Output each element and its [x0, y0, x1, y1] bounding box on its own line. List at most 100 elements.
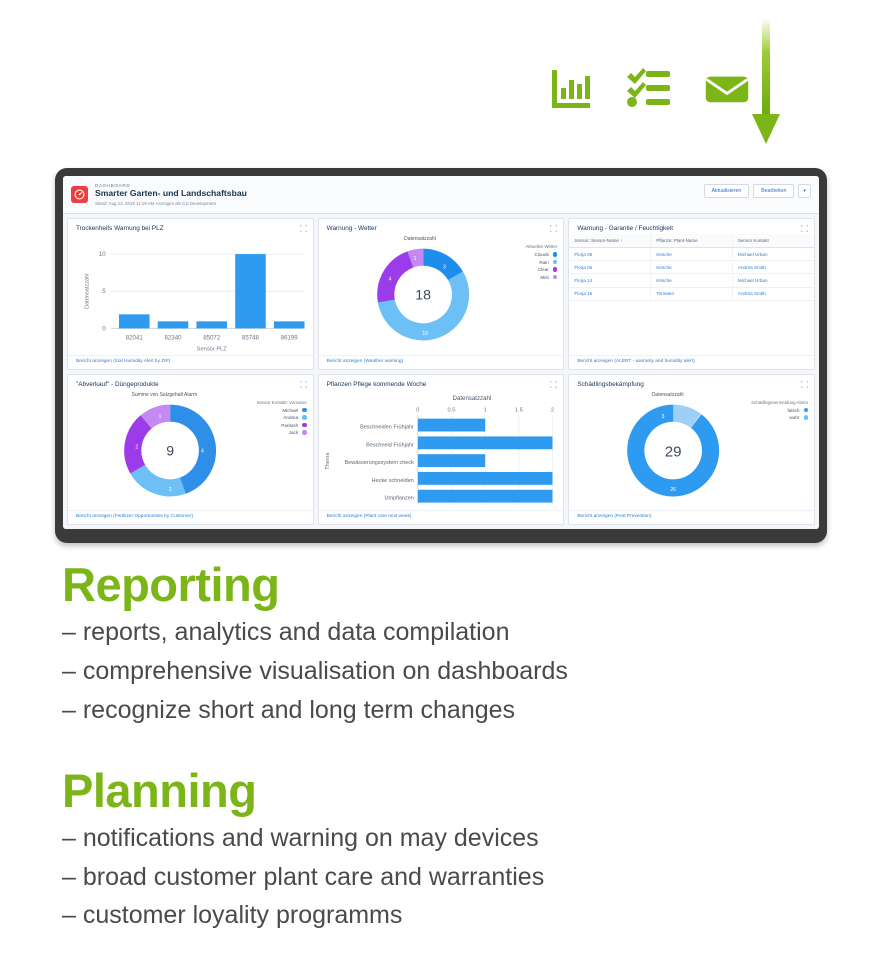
envelope-icon	[704, 66, 750, 112]
dashboard-header: DASHBOARD Smarter Garten- und Landschaft…	[63, 176, 819, 214]
panel-weather-warning[interactable]: Warnung - Wetter Datensatzzahl 18 3 10 4	[317, 218, 565, 370]
panel-report-link[interactable]: Bericht anzeigen (Fertilizer Opportuniti…	[68, 510, 313, 524]
svg-text:Beschneiden Frühjahr: Beschneiden Frühjahr	[360, 424, 414, 430]
panel-title: Pflanzen Pflege kommende Woche	[326, 380, 427, 388]
legend-label: Michael	[282, 407, 299, 413]
cell-sensor-contact[interactable]: Andrea Smith	[732, 260, 814, 275]
svg-text:4: 4	[388, 276, 391, 282]
expand-icon[interactable]	[801, 380, 808, 388]
panel-warranty-humidity[interactable]: Warnung - Garantie / Feuchtigkeit Sensor…	[568, 218, 815, 370]
legend-swatch-icon	[552, 252, 558, 257]
cell-plant-name[interactable]: Kirsche	[650, 273, 733, 288]
panel-title: "Abverkauf" - Düngeprodukte	[76, 380, 159, 388]
warranty-table-wrap: Sensor: Sensor-Name ↑ Pflanze: Plant-Nam…	[569, 234, 814, 355]
panel-soil-humidity[interactable]: Trockenheits Warnung bei PLZ 10 5 0 8204…	[67, 218, 314, 370]
table-row[interactable]: Florja 05 Kirsche Michael Urban	[569, 247, 814, 262]
expand-icon[interactable]	[550, 380, 558, 388]
svg-text:2: 2	[169, 486, 172, 492]
table-row[interactable]: Florja 14 Kirsche Michael Urban	[569, 273, 814, 288]
chart-legend: Sensor Kontakt: Vorname Michael Andrea P…	[257, 400, 307, 438]
bullet-line: – recognize short and long term changes	[62, 695, 516, 724]
panel-report-link[interactable]: Bericht anzeigen (Plant care next week)	[318, 510, 564, 524]
cell-sensor-contact[interactable]: Andrea Smith	[732, 287, 814, 301]
bullet-line: – reports, analytics and data compilatio…	[62, 618, 510, 647]
svg-text:82340: 82340	[165, 335, 183, 341]
dashboard-grid: Trockenheits Warnung bei PLZ 10 5 0 8204…	[63, 214, 819, 529]
legend-swatch-icon	[552, 267, 558, 272]
cell-sensor-name[interactable]: Florja 15	[569, 287, 652, 301]
expand-icon[interactable]	[550, 225, 558, 232]
table-row[interactable]: Florja 06 Kirsche Andrea Smith	[569, 260, 814, 275]
bullet-line: – comprehensive visualisation on dashboa…	[62, 657, 568, 686]
legend-label: Mist	[540, 274, 549, 280]
svg-text:3: 3	[443, 264, 446, 270]
panel-report-link[interactable]: Bericht anzeigen (ALERT - warranty and h…	[569, 354, 814, 369]
svg-text:5: 5	[102, 289, 106, 295]
chart-fertilizer: Summe von Salzgehalt Alarm 9 4 2 2 1 Sen…	[68, 390, 313, 511]
legend-label: Rain	[539, 259, 549, 265]
cell-plant-name[interactable]: Tomaten	[650, 287, 733, 301]
svg-text:29: 29	[665, 443, 682, 460]
chevron-down-icon[interactable]: ▾	[798, 184, 811, 198]
planning-bullets: – notifications and warning on may devic…	[62, 819, 822, 935]
legend-label: Jack	[288, 430, 299, 435]
legend-swatch-icon	[803, 415, 808, 420]
legend-title: Schädlingsvermeidung Alarm	[751, 399, 808, 405]
svg-text:85748: 85748	[242, 335, 260, 341]
hbar-chart-svg: Datensatzzahl 0 0.5 1 1.5 2 Beschneiden …	[325, 395, 554, 505]
svg-text:Umpflanzen: Umpflanzen	[384, 495, 413, 501]
svg-text:18: 18	[415, 287, 431, 303]
legend-swatch-icon	[552, 259, 558, 265]
cell-sensor-contact[interactable]: Michael Urban	[732, 247, 814, 262]
cell-plant-name[interactable]: Kirsche	[650, 247, 733, 262]
warranty-table: Sensor: Sensor-Name ↑ Pflanze: Plant-Nam…	[569, 234, 814, 301]
column-header-plant-name[interactable]: Pflanze: Plant-Name	[650, 234, 733, 248]
refresh-button[interactable]: Aktualisieren	[703, 184, 750, 198]
legend-item: Clouds	[525, 252, 558, 257]
cell-plant-name[interactable]: Kirsche	[650, 260, 733, 275]
checklist-icon	[626, 66, 672, 112]
panel-report-link[interactable]: Bericht anzeigen (Weather warning)	[318, 354, 564, 369]
svg-text:1.5: 1.5	[515, 407, 523, 413]
svg-text:86199: 86199	[281, 335, 299, 341]
expand-icon[interactable]	[299, 380, 307, 388]
expand-icon[interactable]	[801, 225, 808, 232]
feature-copy: Reporting – reports, analytics and data …	[62, 560, 822, 935]
table-header-row: Sensor: Sensor-Name ↑ Pflanze: Plant-Nam…	[569, 234, 814, 248]
expand-icon[interactable]	[299, 225, 307, 232]
svg-text:Datensatzzahl: Datensatzzahl	[84, 273, 90, 309]
panel-plant-care[interactable]: Pflanzen Pflege kommende Woche Datensatz…	[317, 373, 565, 525]
legend-item: Andrea	[257, 415, 307, 420]
panel-report-link[interactable]: Bericht anzeigen (Pest Prevention)	[569, 510, 814, 524]
table-row[interactable]: Florja 15 Tomaten Andrea Smith	[569, 287, 814, 301]
legend-item: Jack	[257, 430, 307, 435]
chart-pest-prevention: Datensatzzahl 29 3 26 Schädlingsvermeidu…	[569, 390, 814, 511]
dashboard-actions: Aktualisieren Bearbeiten ▾	[700, 184, 811, 198]
column-header-sensor-contact[interactable]: Sensor Kontakt	[732, 234, 814, 248]
legend-swatch-icon	[552, 274, 558, 280]
edit-button[interactable]: Bearbeiten	[753, 184, 795, 198]
dashboard-title-group: DASHBOARD Smarter Garten- und Landschaft…	[95, 183, 247, 206]
panel-fertilizer[interactable]: "Abverkauf" - Düngeprodukte Summe von Sa…	[67, 373, 314, 525]
legend-label: Clear	[537, 267, 549, 272]
legend-label: wahr	[789, 415, 800, 420]
svg-text:Thema: Thema	[325, 451, 331, 469]
svg-text:1: 1	[483, 407, 486, 413]
panel-title: Trockenheits Warnung bei PLZ	[76, 225, 164, 232]
svg-text:85072: 85072	[203, 335, 221, 341]
cell-sensor-name[interactable]: Florja 14	[569, 273, 652, 288]
svg-text:2: 2	[551, 407, 554, 413]
panel-pest-prevention[interactable]: Schädlingsbekämpfung Datensatzzahl 29 3 …	[568, 373, 815, 525]
legend-swatch-icon	[302, 422, 307, 428]
column-header-sensor-name[interactable]: Sensor: Sensor-Name ↑	[569, 234, 652, 248]
planning-heading: Planning	[62, 763, 257, 817]
panel-report-link[interactable]: Bericht anzeigen (Soil Humidity Alert by…	[68, 354, 313, 369]
svg-text:10: 10	[422, 331, 428, 337]
cell-sensor-name[interactable]: Florja 06	[569, 260, 652, 275]
cell-sensor-contact[interactable]: Michael Urban	[732, 273, 814, 288]
cell-sensor-name[interactable]: Florja 05	[569, 247, 652, 262]
svg-text:3: 3	[662, 414, 665, 420]
legend-swatch-icon	[302, 407, 307, 413]
legend-title: Sensor Kontakt: Vorname	[256, 399, 307, 405]
svg-text:Beschneid Frühjahr: Beschneid Frühjahr	[366, 442, 414, 448]
